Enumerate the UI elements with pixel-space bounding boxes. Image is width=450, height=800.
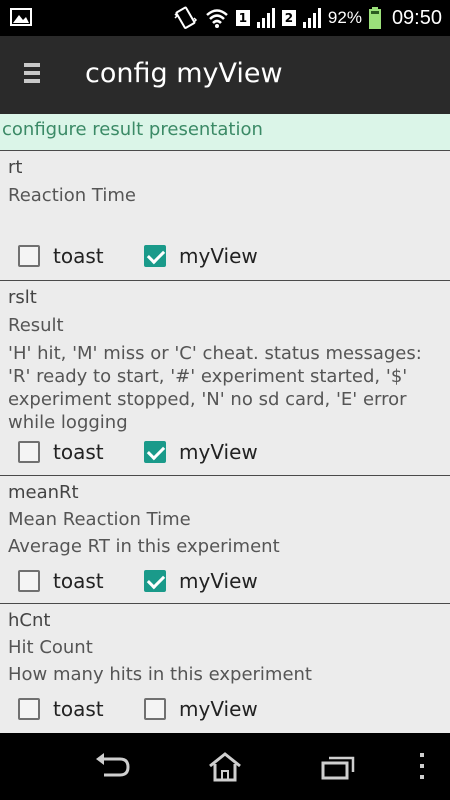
item-key: meanRt: [8, 482, 79, 503]
sim2-badge: 2: [281, 10, 296, 26]
myview-label[interactable]: myView: [179, 440, 258, 464]
item-key: rslt: [8, 287, 37, 308]
list-item: hCnt Hit Count How many hits in this exp…: [0, 603, 450, 733]
list-item: rslt Result 'H' hit, 'M' miss or 'C' che…: [0, 280, 450, 475]
back-icon[interactable]: [92, 751, 132, 781]
toast-label[interactable]: toast: [53, 440, 104, 464]
toast-checkbox[interactable]: [18, 698, 40, 720]
item-key: hCnt: [8, 610, 51, 631]
item-name: Result: [8, 315, 64, 336]
item-key: rt: [8, 157, 23, 178]
wifi-icon: [206, 9, 228, 28]
overflow-menu-icon[interactable]: [418, 751, 426, 781]
battery-percent: 92%: [327, 8, 362, 27]
myview-label[interactable]: myView: [179, 244, 258, 268]
item-description: 'H' hit, 'M' miss or 'C' cheat. status m…: [8, 343, 422, 433]
toast-option[interactable]: toast: [18, 566, 104, 596]
recents-icon[interactable]: [320, 751, 356, 781]
myview-label[interactable]: myView: [179, 697, 258, 721]
menu-icon[interactable]: [24, 63, 42, 85]
battery-icon: [368, 7, 381, 29]
list-item: rt Reaction Time toast myView: [0, 150, 450, 280]
item-name: Mean Reaction Time: [8, 509, 191, 530]
navigation-bar: [0, 733, 450, 800]
toast-option[interactable]: toast: [18, 694, 104, 724]
signal-icon: [302, 8, 321, 28]
subtitle-text: configure result presentation: [2, 119, 263, 140]
result-config-list: rt Reaction Time toast myView rslt Resul…: [0, 150, 450, 733]
subtitle-bar: configure result presentation: [0, 114, 450, 151]
list-item: meanRt Mean Reaction Time Average RT in …: [0, 475, 450, 603]
action-bar: config myView: [0, 36, 450, 114]
myview-option[interactable]: myView: [144, 437, 258, 467]
vibrate-icon: [174, 6, 197, 29]
myview-checkbox[interactable]: [144, 441, 166, 463]
myview-label[interactable]: myView: [179, 569, 258, 593]
clock: 09:50: [391, 6, 442, 29]
toast-label[interactable]: toast: [53, 244, 104, 268]
image-icon: [10, 8, 32, 26]
myview-option[interactable]: myView: [144, 241, 258, 271]
item-description: How many hits in this experiment: [8, 664, 312, 685]
toast-checkbox[interactable]: [18, 245, 40, 267]
status-bar: 1 2 92% 09:50: [0, 0, 450, 36]
myview-option[interactable]: myView: [144, 566, 258, 596]
item-name: Reaction Time: [8, 185, 136, 206]
myview-option[interactable]: myView: [144, 694, 258, 724]
page-title: config myView: [85, 58, 283, 89]
myview-checkbox[interactable]: [144, 698, 166, 720]
item-description: Average RT in this experiment: [8, 536, 280, 557]
signal-icon: [256, 8, 275, 28]
toast-checkbox[interactable]: [18, 570, 40, 592]
sim1-badge: 1: [235, 10, 250, 26]
item-name: Hit Count: [8, 637, 93, 658]
toast-option[interactable]: toast: [18, 437, 104, 467]
myview-checkbox[interactable]: [144, 245, 166, 267]
myview-checkbox[interactable]: [144, 570, 166, 592]
home-icon[interactable]: [207, 751, 243, 783]
toast-option[interactable]: toast: [18, 241, 104, 271]
toast-checkbox[interactable]: [18, 441, 40, 463]
toast-label[interactable]: toast: [53, 569, 104, 593]
toast-label[interactable]: toast: [53, 697, 104, 721]
